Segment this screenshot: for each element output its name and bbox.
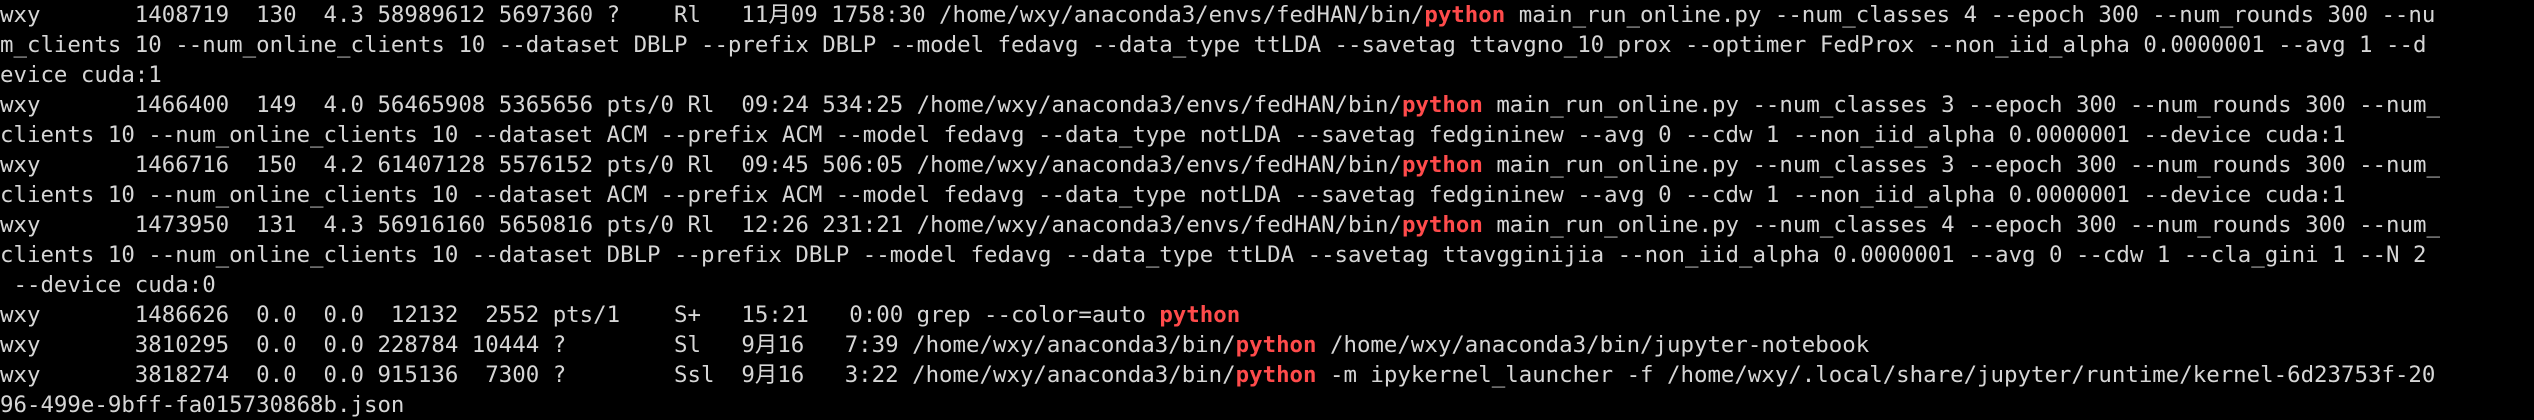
highlighted-match: python bbox=[1401, 152, 1483, 178]
highlighted-match: python bbox=[1424, 2, 1506, 28]
terminal-text: main_run_online.py --num_classes 4 --epo… bbox=[1505, 2, 2436, 28]
terminal-text: wxy 3818274 0.0 0.0 915136 7300 ? Ssl 9月… bbox=[0, 362, 1236, 388]
terminal-line: evice cuda:1 bbox=[0, 60, 2534, 90]
terminal-window[interactable]: wxy 1408719 130 4.3 58989612 5697360 ? R… bbox=[0, 0, 2534, 420]
terminal-text: wxy 1486626 0.0 0.0 12132 2552 pts/1 S+ … bbox=[0, 302, 1160, 328]
terminal-text: clients 10 --num_online_clients 10 --dat… bbox=[0, 242, 2427, 268]
terminal-line: 96-499e-9bff-fa015730868b.json bbox=[0, 390, 2534, 420]
highlighted-match: python bbox=[1159, 302, 1241, 328]
highlighted-match: python bbox=[1401, 212, 1483, 238]
terminal-line: wxy 1408719 130 4.3 58989612 5697360 ? R… bbox=[0, 0, 2534, 30]
terminal-text: main_run_online.py --num_classes 3 --epo… bbox=[1482, 92, 2440, 118]
terminal-line: m_clients 10 --num_online_clients 10 --d… bbox=[0, 30, 2534, 60]
terminal-text: /home/wxy/anaconda3/bin/jupyter-notebook bbox=[1316, 332, 1870, 358]
terminal-text: wxy 1473950 131 4.3 56916160 5650816 pts… bbox=[0, 212, 1402, 238]
terminal-text: wxy 1408719 130 4.3 58989612 5697360 ? R… bbox=[0, 2, 1425, 28]
terminal-line: wxy 1486626 0.0 0.0 12132 2552 pts/1 S+ … bbox=[0, 300, 2534, 330]
highlighted-match: python bbox=[1235, 362, 1317, 388]
terminal-line: wxy 3818274 0.0 0.0 915136 7300 ? Ssl 9月… bbox=[0, 360, 2534, 390]
terminal-text: main_run_online.py --num_classes 4 --epo… bbox=[1482, 212, 2440, 238]
terminal-text: -m ipykernel_launcher -f /home/wxy/.loca… bbox=[1316, 362, 2436, 388]
terminal-line: wxy 1466716 150 4.2 61407128 5576152 pts… bbox=[0, 150, 2534, 180]
terminal-text: wxy 1466400 149 4.0 56465908 5365656 pts… bbox=[0, 92, 1402, 118]
highlighted-match: python bbox=[1235, 332, 1317, 358]
terminal-text: clients 10 --num_online_clients 10 --dat… bbox=[0, 182, 2346, 208]
terminal-line: wxy 1473950 131 4.3 56916160 5650816 pts… bbox=[0, 210, 2534, 240]
terminal-line: clients 10 --num_online_clients 10 --dat… bbox=[0, 120, 2534, 150]
highlighted-match: python bbox=[1401, 92, 1483, 118]
terminal-text: clients 10 --num_online_clients 10 --dat… bbox=[0, 122, 2346, 148]
terminal-line: --device cuda:0 bbox=[0, 270, 2534, 300]
terminal-text: --device cuda:0 bbox=[0, 272, 216, 298]
terminal-line: clients 10 --num_online_clients 10 --dat… bbox=[0, 240, 2534, 270]
terminal-text: wxy 3810295 0.0 0.0 228784 10444 ? Sl 9月… bbox=[0, 332, 1236, 358]
terminal-text: main_run_online.py --num_classes 3 --epo… bbox=[1482, 152, 2440, 178]
terminal-line: wxy 3810295 0.0 0.0 228784 10444 ? Sl 9月… bbox=[0, 330, 2534, 360]
terminal-line: wxy 1466400 149 4.0 56465908 5365656 pts… bbox=[0, 90, 2534, 120]
terminal-text: m_clients 10 --num_online_clients 10 --d… bbox=[0, 32, 2427, 58]
terminal-text: evice cuda:1 bbox=[0, 62, 162, 88]
terminal-text: wxy 1466716 150 4.2 61407128 5576152 pts… bbox=[0, 152, 1402, 178]
terminal-text: 96-499e-9bff-fa015730868b.json bbox=[0, 392, 405, 418]
terminal-line: clients 10 --num_online_clients 10 --dat… bbox=[0, 180, 2534, 210]
